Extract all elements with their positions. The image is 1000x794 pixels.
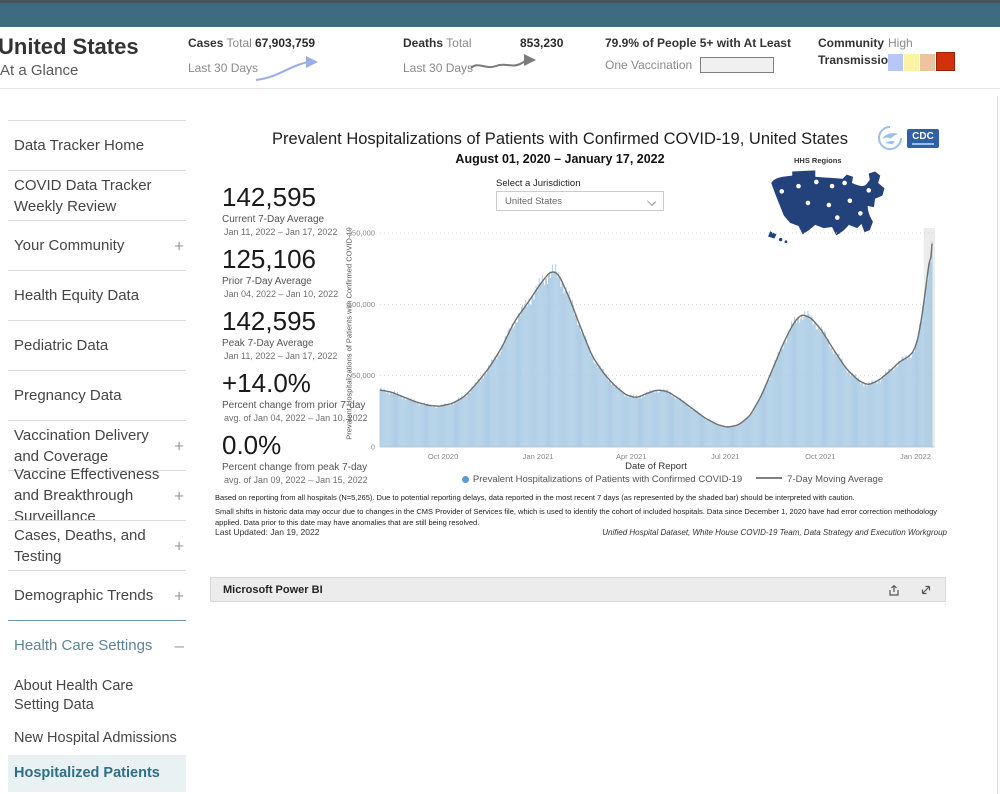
y-tick: 0 [371, 443, 375, 452]
deaths-label: Deaths [403, 36, 443, 50]
deaths-period: Last 30 Days [403, 61, 473, 75]
y-tick: 150,000 [348, 229, 375, 238]
legend-series-label: Prevalent Hospitalizations of Patients w… [473, 474, 742, 485]
footnote-1: Based on reporting from all hospitals (N… [215, 492, 947, 503]
cases-label-suffix: Total [227, 36, 252, 50]
powerbi-label: Microsoft Power BI [223, 584, 323, 596]
powerbi-bar: Microsoft Power BI [210, 577, 946, 602]
share-icon[interactable] [887, 583, 901, 597]
plus-icon[interactable]: + [174, 485, 184, 506]
vaccination-progress-bar [700, 57, 774, 73]
sidebar-item-about-health-care-setting-data[interactable]: About Health Care Setting Data [8, 670, 186, 722]
cases-sparkline-icon [252, 56, 330, 84]
page-title: United States [0, 34, 139, 60]
top-accent-bar [0, 0, 1000, 27]
page: United States At a Glance Cases Total 67… [0, 0, 1000, 794]
transmission-swatch [936, 52, 955, 71]
deaths-total-value: 853,230 [520, 36, 563, 50]
transmission-color-scale [888, 53, 956, 71]
legend-dot-icon [462, 476, 469, 483]
y-tick: 100,000 [348, 300, 375, 309]
cases-stat: Cases Total 67,903,759 Last 30 Days [188, 36, 258, 75]
sidebar-section-health-care-settings[interactable]: Health Care Settings– [8, 620, 186, 670]
x-tick: Apr 2021 [616, 452, 646, 461]
plus-icon[interactable]: + [174, 535, 184, 556]
legend-ma-label: 7-Day Moving Average [787, 474, 883, 485]
x-tick: Jan 2022 [900, 452, 931, 461]
x-tick: Oct 2021 [805, 452, 835, 461]
transmission-swatch [920, 54, 935, 71]
plus-icon[interactable]: + [174, 235, 184, 256]
sidebar-item-pediatric[interactable]: Pediatric Data [8, 320, 186, 370]
footnote-2: Small shifts in historic data may occur … [215, 506, 947, 528]
daily-bars [380, 241, 933, 447]
last-updated: Last Updated: Jan 19, 2022 [215, 527, 319, 537]
sidebar-nav: Data Tracker Home COVID Data Tracker Wee… [8, 120, 186, 792]
sidebar-item-demographic-trends[interactable]: Demographic Trends+ [8, 570, 186, 620]
data-source: Unified Hospital Dataset, White House CO… [602, 528, 947, 537]
chevron-down-icon [647, 197, 656, 206]
sidebar-item-health-equity[interactable]: Health Equity Data [8, 270, 186, 320]
x-tick: Jul 2021 [711, 452, 739, 461]
jurisdiction-label: Select a Jurisdiction [496, 178, 580, 189]
cases-period: Last 30 Days [188, 61, 258, 75]
deaths-stat: Deaths Total 853,230 Last 30 Days [403, 36, 473, 75]
agency-logos: CDC [876, 124, 939, 153]
plus-icon[interactable]: + [174, 435, 184, 456]
page-subtitle: At a Glance [0, 62, 78, 79]
hhs-regions-label: HHS Regions [794, 156, 842, 165]
chart-legend[interactable]: Prevalent Hospitalizations of Patients w… [345, 474, 1000, 485]
vaccination-stat: 79.9% of People 5+ with At Least One Vac… [605, 36, 791, 73]
sidebar-item-new-hospital-admissions[interactable]: New Hospital Admissions [8, 722, 186, 755]
x-tick: Oct 2020 [428, 452, 458, 461]
hhs-logo-icon [876, 124, 903, 153]
expand-icon[interactable] [919, 583, 933, 597]
sidebar-item-hospitalized-patients[interactable]: Hospitalized Patients [8, 755, 186, 792]
transmission-row2: Transmission [818, 53, 888, 67]
hospitalizations-chart: 0 50,000 100,000 150,000 Oct 2020 Jan 2021 Apr… [345, 220, 1000, 478]
chart-title: Prevalent Hospitalizations of Patients w… [210, 130, 910, 149]
plus-icon[interactable]: + [174, 585, 184, 606]
cases-label: Cases [188, 36, 223, 50]
deaths-label-suffix: Total [446, 36, 471, 50]
y-tick: 50,000 [352, 371, 375, 380]
jurisdiction-dropdown[interactable]: United States [496, 191, 664, 211]
jurisdiction-value: United States [505, 196, 562, 207]
header-divider [0, 88, 1000, 89]
sidebar-item-vaccine-effectiveness[interactable]: Vaccine Effectiveness and Breakthrough S… [8, 470, 186, 520]
legend-line-icon [756, 477, 782, 479]
minus-icon[interactable]: – [175, 636, 184, 656]
sidebar-item-your-community[interactable]: Your Community+ [8, 220, 186, 270]
x-axis-label: Date of Report [380, 461, 932, 472]
community-transmission: Community High Transmission [818, 36, 956, 71]
sidebar-item-cases-deaths-testing[interactable]: Cases, Deaths, and Testing+ [8, 520, 186, 570]
sidebar-item-data-tracker-home[interactable]: Data Tracker Home [8, 120, 186, 170]
footnotes: Based on reporting from all hospitals (N… [215, 492, 947, 531]
content-right-border [997, 96, 998, 794]
vaccination-line2: One Vaccination [605, 58, 692, 72]
sidebar-item-weekly-review[interactable]: COVID Data Tracker Weekly Review [8, 170, 186, 220]
sidebar-item-vaccination-delivery[interactable]: Vaccination Delivery and Coverage+ [8, 420, 186, 470]
transmission-swatch [904, 54, 919, 71]
cdc-logo: CDC [907, 129, 939, 148]
transmission-level: High [888, 36, 956, 50]
cases-total-value: 67,903,759 [255, 36, 315, 50]
transmission-swatch [888, 54, 903, 71]
x-tick: Jan 2021 [523, 452, 554, 461]
transmission-row1: Community [818, 36, 888, 50]
deaths-sparkline-icon [468, 52, 546, 80]
sidebar-item-pregnancy[interactable]: Pregnancy Data [8, 370, 186, 420]
vaccination-line1: 79.9% of People 5+ with At Least [605, 36, 791, 50]
